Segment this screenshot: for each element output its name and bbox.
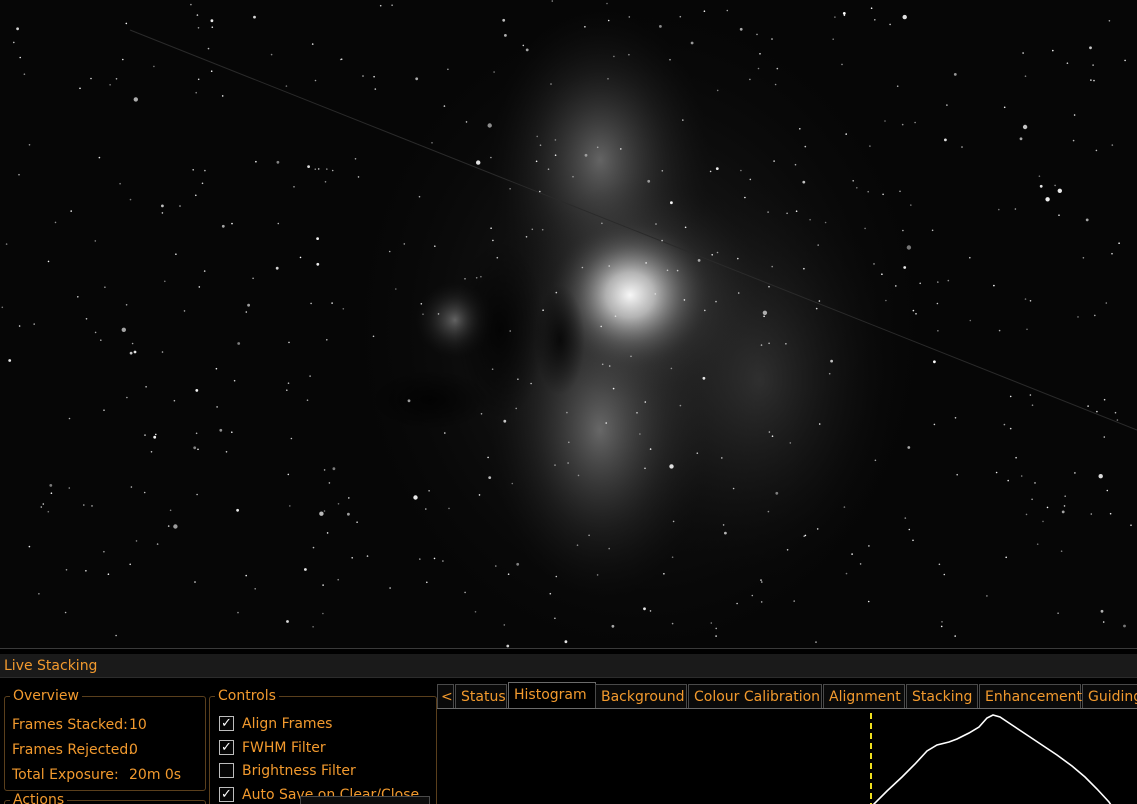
tab-alignment[interactable]: Alignment xyxy=(823,684,905,708)
tab-strip: < Status Histogram Background Colour Cal… xyxy=(437,682,1137,709)
live-stacking-panel: Live Stacking Overview Frames Stacked: 1… xyxy=(0,648,1137,804)
frames-stacked-row: Frames Stacked: 10 xyxy=(12,717,147,733)
checkbox-empty-icon[interactable] xyxy=(219,763,234,778)
tab-scroll-left-button[interactable]: < xyxy=(437,684,454,708)
total-exposure-row: Total Exposure: 20m 0s xyxy=(12,767,181,783)
image-viewer[interactable] xyxy=(0,0,1137,648)
actions-group: Actions xyxy=(4,793,206,804)
tab-histogram[interactable]: Histogram xyxy=(508,682,596,709)
overview-legend: Overview xyxy=(13,688,79,704)
panel-title: Live Stacking xyxy=(0,654,1137,678)
checkmark-icon[interactable]: ✓ xyxy=(219,716,234,731)
checkmark-icon[interactable]: ✓ xyxy=(219,787,234,802)
tab-status[interactable]: Status xyxy=(455,684,507,708)
tab-guiding[interactable]: Guiding xyxy=(1082,684,1137,708)
checkmark-icon[interactable]: ✓ xyxy=(219,740,234,755)
frames-stacked-label: Frames Stacked: xyxy=(12,717,128,733)
frames-rejected-label: Frames Rejected: xyxy=(12,742,133,758)
histogram-panel xyxy=(437,708,1137,804)
histogram-chart xyxy=(870,713,1112,804)
tab-colour-calibration[interactable]: Colour Calibration xyxy=(688,684,822,708)
tab-stacking[interactable]: Stacking xyxy=(906,684,978,708)
overview-group: Overview Frames Stacked: 10 Frames Rejec… xyxy=(4,689,206,791)
tab-enhancement[interactable]: Enhancement xyxy=(979,684,1082,708)
controls-legend: Controls xyxy=(218,688,276,704)
frames-rejected-row: Frames Rejected: 0 xyxy=(12,742,138,758)
nebula-image xyxy=(0,0,1137,648)
actions-legend: Actions xyxy=(13,792,65,804)
frames-rejected-value: 0 xyxy=(129,742,138,758)
total-exposure-label: Total Exposure: xyxy=(12,767,119,783)
tab-background[interactable]: Background xyxy=(595,684,687,708)
total-exposure-value: 20m 0s xyxy=(129,767,182,783)
frames-stacked-value: 10 xyxy=(129,717,147,733)
histogram-curve xyxy=(872,714,1112,804)
controls-group: Controls ✓ Align Frames ✓ FWHM Filter Br… xyxy=(209,689,437,804)
